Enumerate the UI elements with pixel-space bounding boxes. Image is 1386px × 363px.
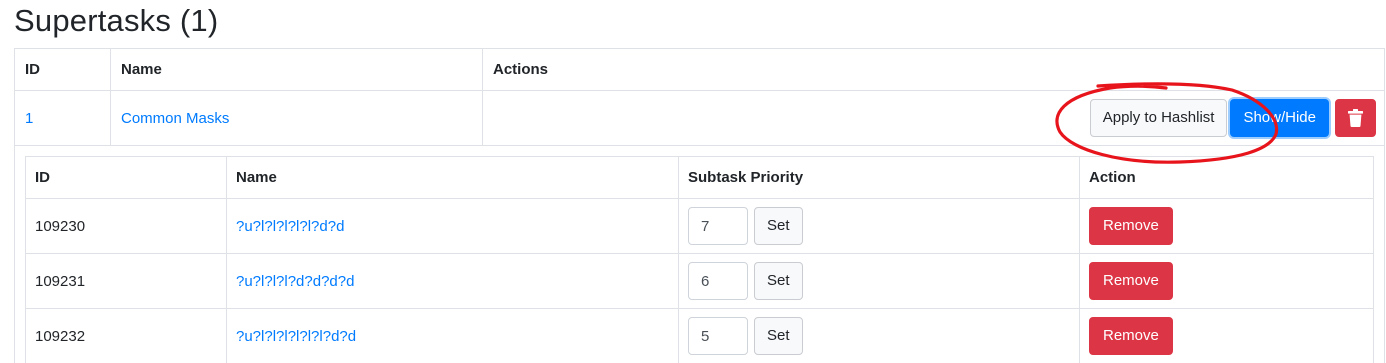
subtasks-table: ID Name Subtask Priority Action 109230 ?… [25,156,1374,363]
subtasks-container-row: ID Name Subtask Priority Action 109230 ?… [14,145,1385,363]
subtask-name-cell: ?u?l?l?l?l?l?d?d [226,198,679,254]
set-priority-button[interactable]: Set [754,317,803,355]
show-hide-button[interactable]: Show/Hide [1230,99,1329,137]
subtask-header-priority: Subtask Priority [678,156,1080,199]
set-priority-button[interactable]: Set [754,207,803,245]
subtask-name-link[interactable]: ?u?l?l?l?l?l?l?d?d [236,328,356,345]
subtask-id: 109231 [25,253,227,309]
supertask-name-link[interactable]: Common Masks [121,110,229,127]
subtask-name-link[interactable]: ?u?l?l?l?d?d?d?d [236,273,354,290]
subtasks-header-row: ID Name Subtask Priority Action [25,156,1374,199]
header-id: ID [14,48,111,91]
supertask-name-cell: Common Masks [110,90,483,146]
subtask-priority-cell: Set [678,308,1080,363]
priority-input[interactable] [688,262,748,300]
trash-icon [1348,109,1363,127]
header-actions: Actions [482,48,1385,91]
subtask-header-id: ID [25,156,227,199]
header-name: Name [110,48,483,91]
subtasks-container-cell: ID Name Subtask Priority Action 109230 ?… [14,145,1385,363]
subtask-name-cell: ?u?l?l?l?d?d?d?d [226,253,679,309]
subtask-action-cell: Remove [1079,198,1374,254]
subtask-row: 109231 ?u?l?l?l?d?d?d?d Set Remove [25,253,1374,309]
subtask-id: 109230 [25,198,227,254]
subtask-header-action: Action [1079,156,1374,199]
subtask-id: 109232 [25,308,227,363]
delete-supertask-button[interactable] [1335,99,1376,137]
supertasks-table: ID Name Actions 1 Common Masks Apply to … [14,48,1385,363]
supertasks-page: Supertasks (1) ID Name Actions 1 Common … [0,0,1386,363]
set-priority-button[interactable]: Set [754,262,803,300]
supertask-actions-cell: Apply to Hashlist Show/Hide [482,90,1385,146]
subtask-name-cell: ?u?l?l?l?l?l?l?d?d [226,308,679,363]
subtask-row: 109230 ?u?l?l?l?l?l?d?d Set Remove [25,198,1374,254]
apply-to-hashlist-button[interactable]: Apply to Hashlist [1089,99,1228,137]
subtask-header-name: Name [226,156,679,199]
supertasks-header-row: ID Name Actions [14,48,1385,91]
subtask-name-link[interactable]: ?u?l?l?l?l?l?d?d [236,218,344,235]
priority-input[interactable] [688,207,748,245]
remove-subtask-button[interactable]: Remove [1089,207,1173,245]
supertask-id-cell: 1 [14,90,111,146]
subtask-row: 109232 ?u?l?l?l?l?l?l?d?d Set Remove [25,308,1374,363]
subtask-priority-cell: Set [678,198,1080,254]
remove-subtask-button[interactable]: Remove [1089,317,1173,355]
remove-subtask-button[interactable]: Remove [1089,262,1173,300]
supertask-row: 1 Common Masks Apply to Hashlist Show/Hid… [14,90,1385,146]
supertask-id-link[interactable]: 1 [25,110,33,127]
page-title: Supertasks (1) [14,3,219,38]
subtask-action-cell: Remove [1079,308,1374,363]
subtask-priority-cell: Set [678,253,1080,309]
priority-input[interactable] [688,317,748,355]
subtask-action-cell: Remove [1079,253,1374,309]
